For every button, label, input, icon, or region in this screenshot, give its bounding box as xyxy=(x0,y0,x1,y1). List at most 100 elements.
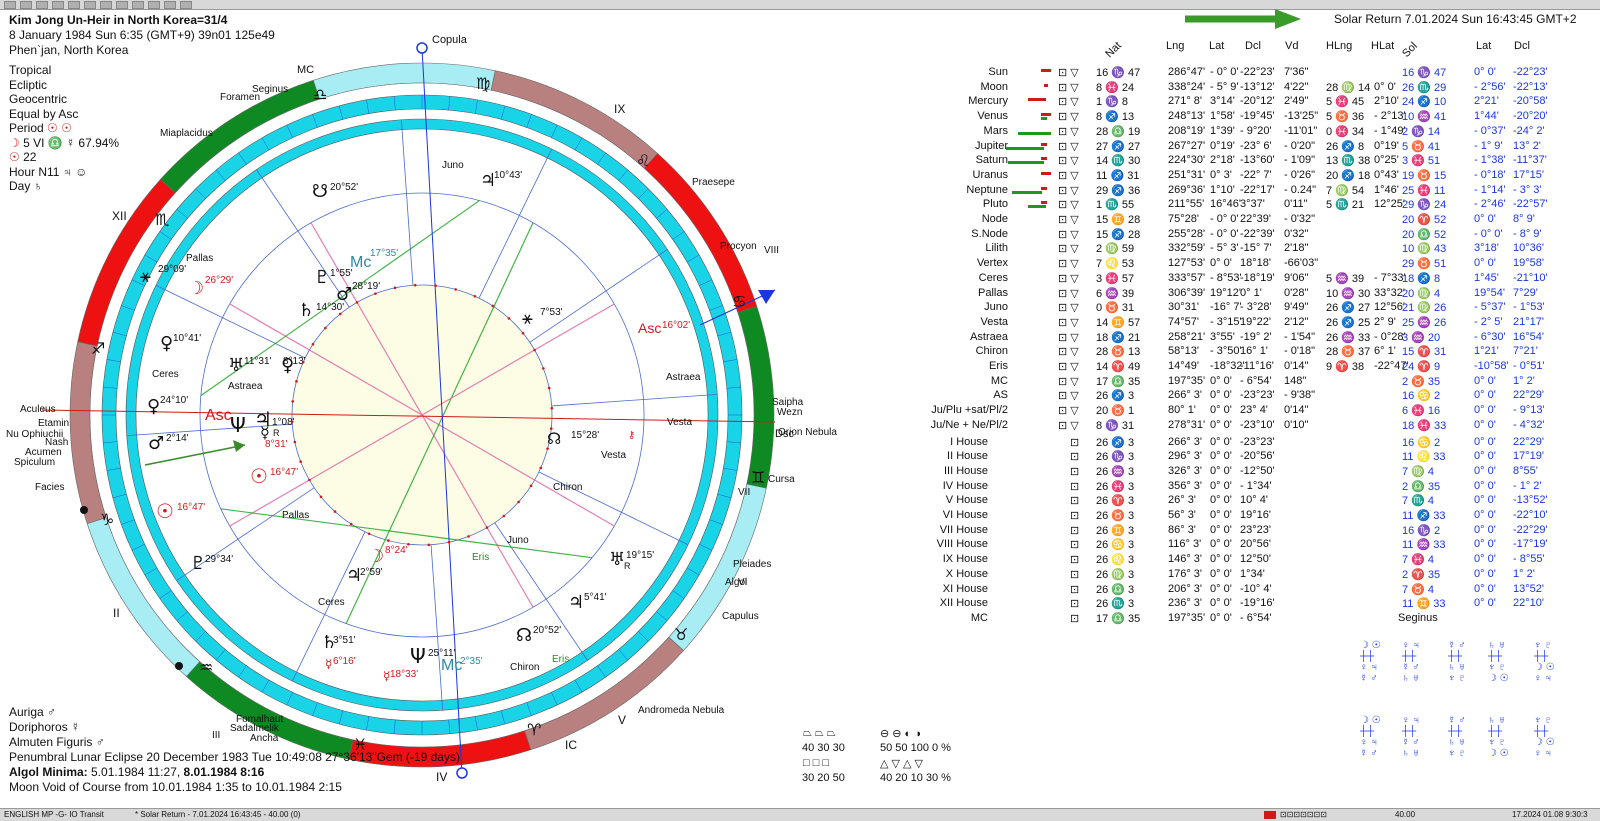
aspect-icons: ⊡ ▽ xyxy=(1058,331,1079,344)
planet-glyph: ♊ xyxy=(751,468,765,487)
house-row[interactable]: V House ⊡ 26 ♈ 3 26° 3' 0° 0' 10° 4' 7 ♏ 4 0° 0… xyxy=(928,494,1568,509)
solar-return-cusp: 11 ♊ 33 xyxy=(1402,598,1446,611)
toolbar-aspects-button[interactable] xyxy=(116,0,128,9)
table-header-lng: Lng xyxy=(1166,40,1185,52)
house-row[interactable]: II House ⊡ 26 ♑ 3 296° 3' 0° 0' -20°56' 11 ♌ 3… xyxy=(928,450,1568,465)
house-row[interactable]: VII House ⊡ 26 ♊ 3 86° 3' 0° 0' 23°23' 16 ♑ 2 0… xyxy=(928,524,1568,539)
helio-latitude: 1°46' xyxy=(1374,183,1399,196)
solar-return-cusp-latitude: 0° 0' xyxy=(1474,464,1496,477)
toolbar-table-button[interactable] xyxy=(100,0,112,9)
toolbar-print-button[interactable] xyxy=(52,0,64,9)
wheel-label: Copula xyxy=(432,34,468,46)
planet-name: Pluto xyxy=(982,198,1008,211)
solar-return-latitude: 0° 0' xyxy=(1474,374,1496,387)
planet-row[interactable]: Eris ⊡ ▽ 14 ♈ 49 14°49' -18°32' -11°16' 0'14" 9… xyxy=(928,360,1568,375)
house-row[interactable]: IX House ⊡ 26 ♌ 3 146° 3' 0° 0' 12°50' 7 ♓ 4 0°… xyxy=(928,553,1568,568)
house-icon: ⊡ xyxy=(1070,495,1080,508)
house-row[interactable]: III House ⊡ 26 ♒ 3 326° 3' 0° 0' -12°50' 7 ♍ 4… xyxy=(928,465,1568,480)
planet-row[interactable]: Saturn ⊡ ▽ 14 ♏ 30 224°30' 2°18' -13°60' - 1'0… xyxy=(928,154,1568,169)
planet-row[interactable]: Vertex ⊡ ▽ 7 ♌ 53 127°53' 0° 0' 18°18' -66'03"… xyxy=(928,257,1568,272)
wheel-label: VII xyxy=(738,487,750,498)
planet-row[interactable]: Venus ⊡ ▽ 8 ♐ 13 248°13' 1°58' -19°45' -13'25"… xyxy=(928,110,1568,125)
toolbar-exit-button[interactable] xyxy=(180,0,192,9)
planet-row[interactable]: Ju/Plu +sat/Pl/2 ⊡ ▽ 20 ♉ 1 80° 1' 0° 0' 23° … xyxy=(928,404,1568,419)
planet-position-dot xyxy=(349,522,353,526)
planet-glyph: ♑ xyxy=(100,510,114,529)
planet-row[interactable]: S.Node ⊡ ▽ 15 ♐ 28 255°28' - 0° 0' -22°39' 0'3… xyxy=(928,228,1568,243)
planet-row[interactable]: Vesta ⊡ ▽ 14 ♊ 57 74°57' - 3°15' 19°22' 2'12" 2… xyxy=(928,316,1568,331)
declination: -22° 7' xyxy=(1240,168,1272,181)
planet-row[interactable]: Neptune ⊡ ▽ 29 ♐ 36 269°36' 1°10' -22°17' - 0.… xyxy=(928,184,1568,199)
longitude: 267°27' xyxy=(1168,139,1206,152)
solar-return-position: 2 ♑ 14 xyxy=(1402,125,1441,138)
planet-row[interactable]: Mercury ⊡ ▽ 1 ♑ 8 271° 8' 3°14' -20°12' 2'49" 5… xyxy=(928,95,1568,110)
house-latitude: 0° 0' xyxy=(1210,553,1232,566)
helio-longitude: 5 ♏ 21 xyxy=(1326,199,1365,212)
toolbar-help-button[interactable] xyxy=(164,0,176,9)
wheel-label: 8°24' xyxy=(385,545,408,556)
planet-glyph: ♏ xyxy=(155,210,169,229)
planet-row[interactable]: Chiron ⊡ ▽ 28 ♉ 13 58°13' - 3°50' 16° 1' - 0'1… xyxy=(928,345,1568,360)
toolbar-chart-button[interactable] xyxy=(68,0,80,9)
house-row[interactable]: X House ⊡ 26 ♍ 3 176° 3' 0° 0' 1°34' 2 ♈ 35 0° … xyxy=(928,568,1568,583)
declination: -11°16' xyxy=(1240,360,1274,372)
status-red-swatch xyxy=(1264,811,1276,819)
toolbar-new-button[interactable] xyxy=(4,0,16,9)
helio-latitude: - 0°28' xyxy=(1374,330,1406,343)
planet-row[interactable]: Lilith ⊡ ▽ 2 ♍ 59 332°59' - 5° 3' -15° 7' 2'18… xyxy=(928,242,1568,257)
solar-return-position: 3 ♓ 51 xyxy=(1402,155,1441,168)
toolbar-open-button[interactable] xyxy=(20,0,32,9)
planet-position-dot xyxy=(319,495,323,499)
toolbar-wheel-button[interactable] xyxy=(84,0,96,9)
planet-row[interactable]: AS ⊡ ▽ 26 ♐ 3 266° 3' 0° 0' -23°23' - 9'38" 16 … xyxy=(928,389,1568,404)
planet-position-dot xyxy=(301,360,305,364)
latitude: - 0° 0' xyxy=(1210,66,1239,78)
velocity: - 9'38" xyxy=(1284,389,1316,402)
aspect-icons: ⊡ ▽ xyxy=(1058,169,1079,182)
dispositor-tree: ♄ ♅ ┼┼ ♆ ♇ ☽ ☉ xyxy=(1488,715,1509,759)
planet-row[interactable]: Uranus ⊡ ▽ 11 ♐ 31 251°31' 0° 3' -22° 7' - 0'2… xyxy=(928,169,1568,184)
house-declination: 1°34' xyxy=(1240,567,1265,580)
chart-wheel[interactable]: CopulaMCSeginusForamenMiaplacidusIXPraes… xyxy=(0,30,900,800)
planet-row[interactable]: Ju/Ne + Ne/Pl/2 ⊡ ▽ 8 ♑ 31 278°31' 0° 0' -23°… xyxy=(928,419,1568,434)
house-row[interactable]: IV House ⊡ 26 ♓ 3 356° 3' 0° 0' - 1°34' 2 ♎ 35… xyxy=(928,480,1568,495)
house-row[interactable]: MC ⊡ 17 ♎ 35 197°35' 0° 0' - 6°54' xyxy=(928,612,1568,627)
velocity: 9'06" xyxy=(1284,271,1309,284)
planet-row[interactable]: Mars ⊡ ▽ 28 ♎ 19 208°19' 1°39' - 9°20' -11'01"… xyxy=(928,125,1568,140)
house-row[interactable]: VI House ⊡ 26 ♉ 3 56° 3' 0° 0' 19°16' 11 ♐ 33 0… xyxy=(928,509,1568,524)
wheel-label: MC xyxy=(297,64,314,76)
planet-row[interactable]: Node ⊡ ▽ 15 ♊ 28 75°28' - 0° 0' 22°39' - 0'32"… xyxy=(928,213,1568,228)
house-row[interactable]: VIII House ⊡ 26 ♋ 3 116° 3' 0° 0' 20°56' 11 ♒ … xyxy=(928,538,1568,553)
planet-row[interactable]: Sun ⊡ ▽ 16 ♑ 47 286°47' - 0° 0' -22°23' 7'36" 1… xyxy=(928,66,1568,81)
toolbar-transit-button[interactable] xyxy=(132,0,144,9)
planet-position-dot xyxy=(517,500,520,504)
planet-glyph: ☿ xyxy=(325,657,332,671)
planet-row[interactable]: Jupiter ⊡ ▽ 27 ♐ 27 267°27' 0°19' -23° 6' - 0'… xyxy=(928,140,1568,155)
table-header-nat: Nat xyxy=(1103,39,1124,61)
wheel-label: 20°52' xyxy=(330,182,358,193)
planet-row[interactable]: Ceres ⊡ ▽ 3 ♓ 57 333°57' - 8°53' -18°19' 9'06"… xyxy=(928,272,1568,287)
wheel-label: V xyxy=(618,713,626,727)
solar-return-cusp: 11 ♐ 33 xyxy=(1402,510,1446,522)
declination: -13°12' xyxy=(1240,80,1275,93)
house-row[interactable]: I House ⊡ 26 ♐ 3 266° 3' 0° 0' -23°23' 16 ♋ 2 0… xyxy=(928,436,1568,451)
house-latitude: 0° 0' xyxy=(1210,479,1232,492)
planet-row[interactable]: MC ⊡ ▽ 17 ♎ 35 197°35' 0° 0' - 6°54' 148" 2 ♉ 3… xyxy=(928,375,1568,390)
house-row[interactable]: XI House ⊡ 26 ♎ 3 206° 3' 0° 0' -10° 4' 7 ♉ 4 0… xyxy=(928,583,1568,598)
house-row[interactable]: XII House ⊡ 26 ♏ 3 236° 3' 0° 0' -19°16' 11 ♊ … xyxy=(928,597,1568,612)
toolbar-close-button[interactable] xyxy=(148,0,160,9)
planet-row[interactable]: Pallas ⊡ ▽ 6 ♒ 39 306°39' 19°12' 0° 1' 0'28" 10… xyxy=(928,287,1568,302)
algol-minima: Algol Minima: 5.01.1984 11:27, 8.01.1984… xyxy=(9,765,265,779)
toolbar-save-button[interactable] xyxy=(36,0,48,9)
planet-position-dot xyxy=(367,532,371,536)
planet-row[interactable]: Astraea ⊡ ▽ 18 ♐ 21 258°21' 3°55' -19° 2' - 1'… xyxy=(928,331,1568,346)
house-latitude: 0° 0' xyxy=(1210,450,1232,463)
planet-row[interactable]: Moon ⊡ ▽ 8 ♓ 24 338°24' - 5° 9' -13°12' 4'22" 2… xyxy=(928,81,1568,96)
planet-row[interactable]: Juno ⊡ ▽ 0 ♉ 31 30°31' -16° 7' - 3°28' 9'49" 26… xyxy=(928,301,1568,316)
solar-return-position: 5 ♉ 41 xyxy=(1402,140,1441,153)
wheel-label: 29°09' xyxy=(158,264,186,275)
strength-bar-red xyxy=(1041,142,1047,146)
latitude: 0°19' xyxy=(1210,139,1235,152)
house-declination: 23°23' xyxy=(1240,523,1271,536)
planet-row[interactable]: Pluto ⊡ ▽ 1 ♏ 55 211°55' 16°46' 3°37' 0'11" 5 ♏… xyxy=(928,198,1568,213)
